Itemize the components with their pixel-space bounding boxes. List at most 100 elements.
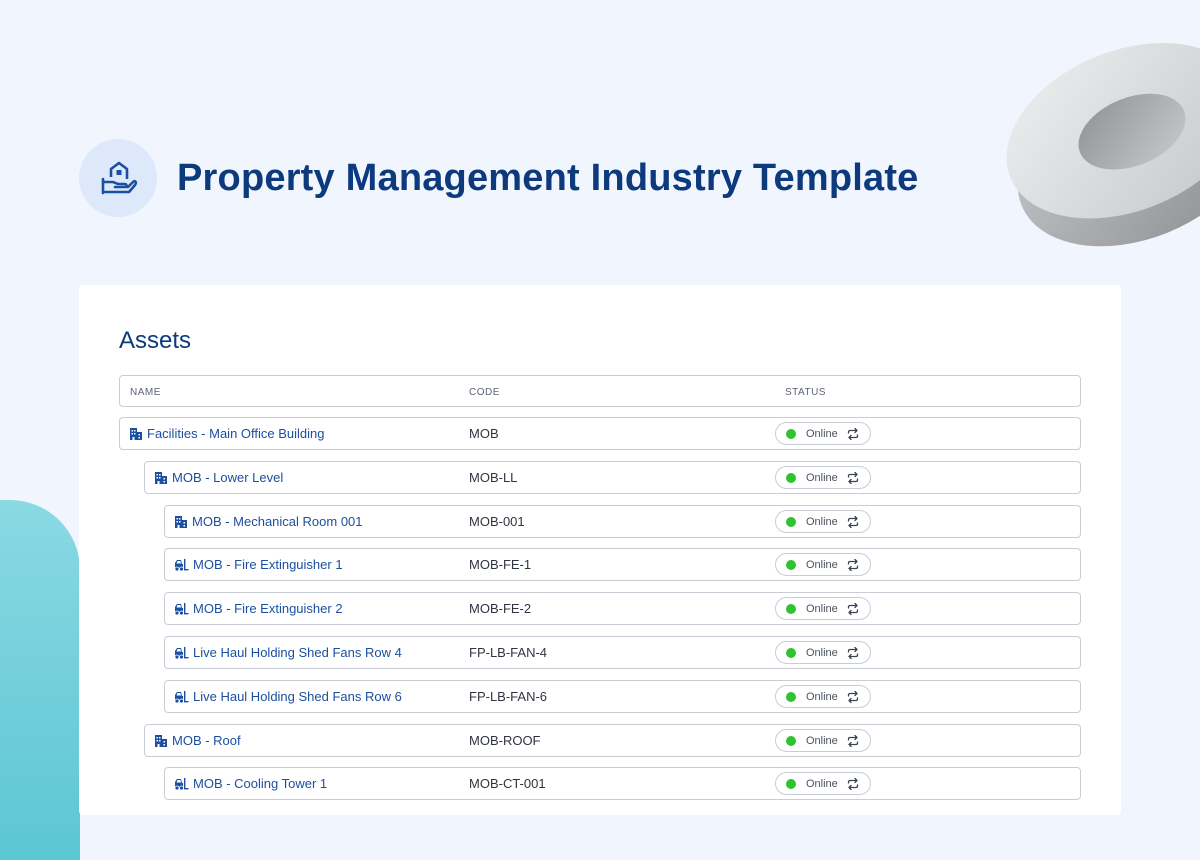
status-text: Online xyxy=(806,471,838,484)
sync-button[interactable] xyxy=(847,558,859,571)
forklift-icon xyxy=(174,777,189,790)
table-row[interactable]: MOB - Roof MOB-ROOF Online xyxy=(144,724,1081,757)
forklift-icon xyxy=(174,602,189,615)
decorative-teal-shape xyxy=(0,500,80,860)
asset-name[interactable]: MOB - Lower Level xyxy=(172,470,283,485)
table-row[interactable]: MOB - Fire Extinguisher 1 MOB-FE-1 Online xyxy=(164,548,1081,581)
online-indicator xyxy=(786,428,796,439)
sync-icon xyxy=(847,471,858,484)
status-text: Online xyxy=(806,515,838,528)
page-header: Property Management Industry Template xyxy=(79,139,919,217)
column-header-name: NAME xyxy=(130,387,161,398)
sync-icon xyxy=(847,690,858,703)
page-title: Property Management Industry Template xyxy=(177,156,919,199)
building-in-hand-icon xyxy=(101,161,138,195)
asset-name-link[interactable]: MOB - Lower Level xyxy=(154,462,283,493)
sync-icon xyxy=(847,646,858,659)
asset-name-link[interactable]: Live Haul Holding Shed Fans Row 6 xyxy=(174,681,402,712)
status-text: Online xyxy=(806,690,838,703)
online-indicator xyxy=(786,735,796,746)
building-icon xyxy=(130,427,142,440)
sync-button[interactable] xyxy=(847,734,859,747)
asset-code: FP-LB-FAN-4 xyxy=(469,645,548,660)
asset-name[interactable]: MOB - Mechanical Room 001 xyxy=(192,514,363,529)
status-badge[interactable]: Online xyxy=(775,729,871,752)
sync-icon xyxy=(847,515,858,528)
online-indicator xyxy=(786,691,796,702)
status-badge[interactable]: Online xyxy=(775,772,871,795)
forklift-icon xyxy=(174,690,189,703)
building-icon xyxy=(155,471,167,484)
sync-button[interactable] xyxy=(847,515,859,528)
asset-name-link[interactable]: MOB - Roof xyxy=(154,725,241,756)
building-icon xyxy=(175,515,187,528)
asset-name[interactable]: Live Haul Holding Shed Fans Row 4 xyxy=(193,645,402,660)
online-indicator xyxy=(786,603,796,614)
status-text: Online xyxy=(806,558,838,571)
table-row[interactable]: Facilities - Main Office Building MOB Onli… xyxy=(119,417,1081,450)
asset-code: MOB xyxy=(469,426,499,441)
asset-code: MOB-FE-1 xyxy=(469,557,532,572)
online-indicator xyxy=(786,516,796,527)
asset-code: MOB-FE-2 xyxy=(469,601,532,616)
asset-name-link[interactable]: Facilities - Main Office Building xyxy=(129,418,325,449)
assets-title: Assets xyxy=(119,327,192,354)
online-indicator xyxy=(786,559,796,570)
status-text: Online xyxy=(806,602,838,615)
table-row[interactable]: MOB - Cooling Tower 1 MOB-CT-001 Online xyxy=(164,767,1081,800)
status-badge[interactable]: Online xyxy=(775,597,871,620)
status-badge[interactable]: Online xyxy=(775,422,871,445)
online-indicator xyxy=(786,647,796,658)
status-text: Online xyxy=(806,734,838,747)
sync-button[interactable] xyxy=(847,471,859,484)
asset-code: MOB-CT-001 xyxy=(469,776,546,791)
sync-button[interactable] xyxy=(847,602,859,615)
status-text: Online xyxy=(806,777,838,790)
status-text: Online xyxy=(806,427,838,440)
asset-name-link[interactable]: MOB - Cooling Tower 1 xyxy=(174,768,327,799)
asset-code: FP-LB-FAN-6 xyxy=(469,689,548,704)
table-row[interactable]: Live Haul Holding Shed Fans Row 6 FP-LB-F… xyxy=(164,680,1081,713)
sync-icon xyxy=(847,558,858,571)
asset-code: MOB-LL xyxy=(469,470,518,485)
status-badge[interactable]: Online xyxy=(775,466,871,489)
asset-name-link[interactable]: MOB - Fire Extinguisher 1 xyxy=(174,549,343,580)
asset-code: MOB-ROOF xyxy=(469,733,541,748)
table-row[interactable]: MOB - Mechanical Room 001 MOB-001 Online xyxy=(164,505,1081,538)
asset-name[interactable]: Live Haul Holding Shed Fans Row 6 xyxy=(193,689,402,704)
status-badge[interactable]: Online xyxy=(775,685,871,708)
table-header: NAME CODE STATUS xyxy=(119,375,1081,407)
table-row[interactable]: MOB - Lower Level MOB-LL Online xyxy=(144,461,1081,494)
column-header-status: STATUS xyxy=(785,387,826,398)
sync-icon xyxy=(847,777,858,790)
asset-name[interactable]: MOB - Cooling Tower 1 xyxy=(193,776,327,791)
table-row[interactable]: MOB - Fire Extinguisher 2 MOB-FE-2 Online xyxy=(164,592,1081,625)
assets-card: Assets NAME CODE STATUS Facilities - Mai… xyxy=(79,285,1121,815)
sync-button[interactable] xyxy=(847,777,859,790)
building-icon xyxy=(155,734,167,747)
forklift-icon xyxy=(174,558,189,571)
asset-name-link[interactable]: MOB - Fire Extinguisher 2 xyxy=(174,593,343,624)
status-badge[interactable]: Online xyxy=(775,553,871,576)
asset-name[interactable]: MOB - Roof xyxy=(172,733,241,748)
asset-name-link[interactable]: MOB - Mechanical Room 001 xyxy=(174,506,363,537)
sync-button[interactable] xyxy=(847,646,859,659)
asset-name[interactable]: MOB - Fire Extinguisher 1 xyxy=(193,557,343,572)
status-badge[interactable]: Online xyxy=(775,641,871,664)
asset-name-link[interactable]: Live Haul Holding Shed Fans Row 4 xyxy=(174,637,402,668)
column-header-code: CODE xyxy=(469,387,500,398)
status-text: Online xyxy=(806,646,838,659)
online-indicator xyxy=(786,472,796,483)
sync-button[interactable] xyxy=(847,690,859,703)
asset-name[interactable]: MOB - Fire Extinguisher 2 xyxy=(193,601,343,616)
sync-icon xyxy=(847,734,858,747)
logo xyxy=(79,139,157,217)
asset-name[interactable]: Facilities - Main Office Building xyxy=(147,426,325,441)
sync-icon xyxy=(847,602,858,615)
sync-icon xyxy=(847,427,858,440)
table-row[interactable]: Live Haul Holding Shed Fans Row 4 FP-LB-F… xyxy=(164,636,1081,669)
sync-button[interactable] xyxy=(847,427,859,440)
online-indicator xyxy=(786,778,796,789)
status-badge[interactable]: Online xyxy=(775,510,871,533)
forklift-icon xyxy=(174,646,189,659)
